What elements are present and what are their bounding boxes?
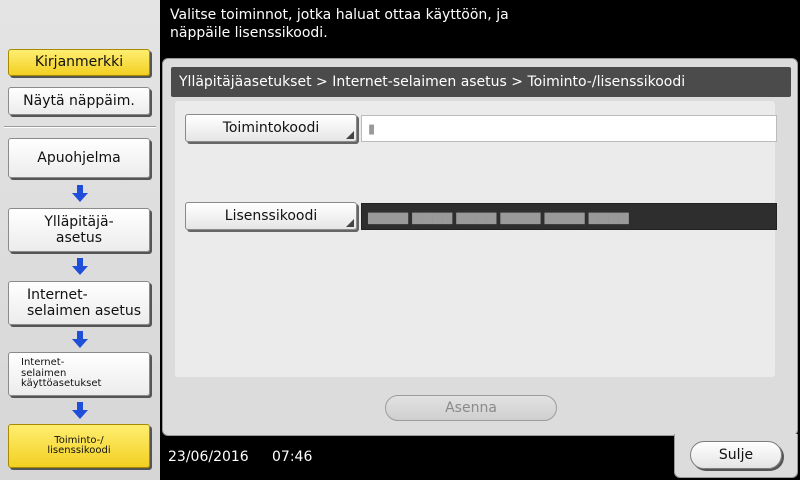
license-code-field[interactable]: ▆▆▆▆ ▆▆▆▆ ▆▆▆▆ ▆▆▆▆ ▆▆▆▆ ▆▆▆▆ (361, 203, 777, 230)
arrow-down-icon (72, 185, 88, 202)
license-code-label: Lisenssikoodi (224, 208, 318, 224)
function-code-button[interactable]: Toimintokoodi (185, 114, 357, 142)
main-panel: Ylläpitäjäasetukset > Internet-selaimen … (162, 58, 798, 436)
content-area: Toimintokoodi ▮ Lisenssikoodi ▆▆▆▆ ▆▆▆▆ … (175, 101, 777, 377)
corner-triangle-icon (346, 131, 354, 139)
sidebar: Kirjanmerkki Näytä näppäim. Apuohjelma Y… (0, 0, 160, 480)
close-button[interactable]: Sulje (690, 441, 782, 469)
bookmark-button[interactable]: Kirjanmerkki (8, 49, 150, 76)
corner-triangle-icon (346, 219, 354, 227)
arrow-down-icon (72, 402, 88, 419)
path-function-license-code-button[interactable]: Toiminto-/ lisenssikoodi (8, 424, 150, 468)
sidebar-divider (4, 126, 156, 128)
status-time: 07:46 (272, 449, 313, 465)
arrow-down-icon (72, 258, 88, 275)
path-utility-button[interactable]: Apuohjelma (8, 138, 150, 178)
instruction-message: Valitse toiminnot, jotka haluat ottaa kä… (170, 7, 509, 41)
path-browser-settings-button[interactable]: Internet- selaimen asetus (8, 281, 150, 325)
install-button[interactable]: Asenna (385, 395, 557, 421)
arrow-down-icon (72, 331, 88, 348)
function-code-field[interactable]: ▮ (361, 115, 777, 142)
path-admin-settings-button[interactable]: Ylläpitäjä- asetus (8, 208, 150, 252)
function-code-label: Toimintokoodi (222, 120, 320, 136)
license-code-button[interactable]: Lisenssikoodi (185, 202, 357, 230)
path-browser-usage-settings-button[interactable]: Internet- selaimen käyttöasetukset (8, 352, 150, 396)
show-keypad-button[interactable]: Näytä näppäim. (8, 87, 150, 115)
status-date: 23/06/2016 (168, 449, 249, 465)
breadcrumb: Ylläpitäjäasetukset > Internet-selaimen … (171, 67, 791, 97)
